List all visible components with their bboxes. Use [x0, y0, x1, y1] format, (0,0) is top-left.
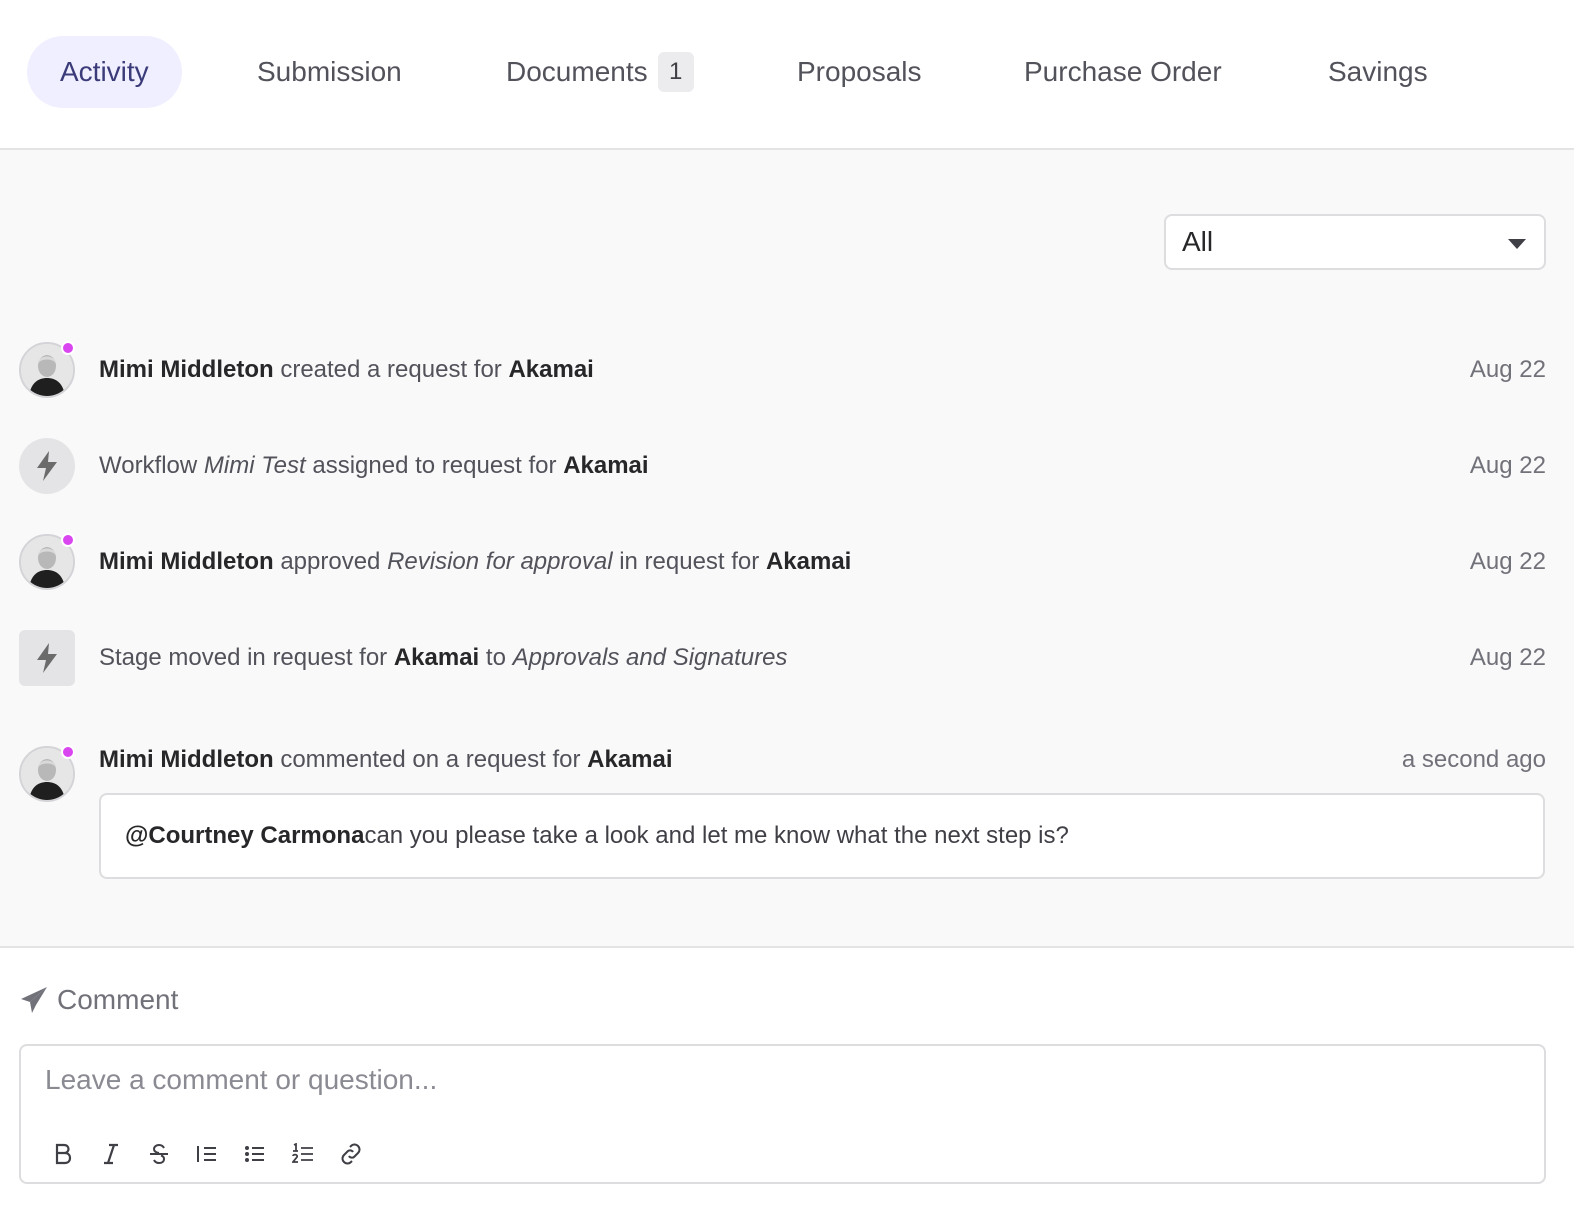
- bold-icon[interactable]: [39, 1134, 87, 1174]
- activity-verb: assigned to request for: [305, 452, 564, 479]
- target-link[interactable]: Akamai: [587, 746, 672, 773]
- actor-link[interactable]: Mimi Middleton: [99, 356, 274, 383]
- workflow-bolt-icon: [19, 438, 75, 494]
- tab-label: Purchase Order: [1024, 56, 1222, 87]
- comment-bubble: @Courtney Carmona can you please take a …: [99, 793, 1545, 879]
- tab-bar: Activity Submission Documents 1 Proposals…: [0, 0, 1574, 150]
- tab-label: Savings: [1328, 56, 1428, 87]
- tab-label: Submission: [257, 56, 402, 87]
- activity-text: Mimi Middleton created a request for Aka…: [99, 356, 594, 384]
- italic-icon[interactable]: [87, 1134, 135, 1174]
- avatar[interactable]: [19, 745, 75, 802]
- comment-editor[interactable]: Leave a comment or question...: [19, 1044, 1546, 1184]
- tab-label: Documents: [506, 56, 648, 87]
- paper-plane-icon: [21, 987, 47, 1013]
- target-link[interactable]: Akamai: [766, 548, 851, 575]
- activity-verb: commented on a request for: [273, 746, 588, 773]
- comment-input-placeholder: Leave a comment or question...: [45, 1064, 438, 1095]
- target-link[interactable]: Akamai: [508, 356, 593, 383]
- activity-feed: All Mimi Middleton created a request for…: [0, 150, 1574, 948]
- stage-name: Approvals and Signatures: [512, 644, 788, 671]
- target-link[interactable]: Akamai: [563, 452, 648, 479]
- activity-verb: to: [479, 644, 513, 671]
- bulleted-list-icon[interactable]: [231, 1134, 279, 1174]
- numbered-list-icon[interactable]: [279, 1134, 327, 1174]
- activity-text: Workflow Mimi Test assigned to request f…: [99, 452, 649, 480]
- activity-timestamp: a second ago: [1401, 746, 1546, 773]
- approval-subject: Revision for approval: [387, 548, 613, 575]
- documents-count-badge: 1: [657, 52, 694, 92]
- tab-label: Activity: [60, 56, 149, 87]
- actor-link[interactable]: Mimi Middleton: [99, 548, 274, 575]
- target-link[interactable]: Akamai: [394, 644, 479, 671]
- strikethrough-icon[interactable]: [135, 1134, 183, 1174]
- indent-icon[interactable]: [183, 1134, 231, 1174]
- comment-heading: Comment: [19, 982, 178, 1018]
- mention-link[interactable]: @Courtney Carmona: [125, 822, 364, 850]
- comment-title: Comment: [57, 984, 179, 1015]
- avatar[interactable]: [19, 533, 75, 590]
- activity-verb: in request for: [612, 548, 766, 575]
- activity-prefix: Workflow: [99, 452, 204, 479]
- activity-verb: approved: [273, 548, 388, 575]
- presence-dot: [61, 533, 75, 547]
- presence-dot: [61, 341, 75, 355]
- activity-timestamp: Aug 22: [1469, 548, 1546, 575]
- filter-value: All: [1182, 226, 1214, 257]
- activity-text: Mimi Middleton approved Revision for app…: [99, 548, 851, 576]
- avatar[interactable]: [19, 341, 75, 398]
- comment-composer: Comment Leave a comment or question...: [0, 948, 1574, 1208]
- tab-purchase-order[interactable]: Purchase Order: [1024, 36, 1222, 108]
- activity-text: Stage moved in request for Akamai to App…: [99, 644, 787, 672]
- activity-prefix: Stage moved in request for: [99, 644, 394, 671]
- activity-timestamp: Aug 22: [1469, 644, 1546, 671]
- tab-activity[interactable]: Activity: [27, 36, 182, 108]
- caret-down-icon: [1508, 239, 1526, 249]
- presence-dot: [61, 745, 75, 759]
- tab-label: Proposals: [797, 56, 922, 87]
- activity-verb: created a request for: [273, 356, 509, 383]
- tab-documents[interactable]: Documents 1: [506, 36, 694, 108]
- activity-timestamp: Aug 22: [1469, 452, 1546, 479]
- actor-link[interactable]: Mimi Middleton: [99, 746, 274, 773]
- tab-proposals[interactable]: Proposals: [797, 36, 922, 108]
- tab-savings[interactable]: Savings: [1328, 36, 1428, 108]
- activity-text: Mimi Middleton commented on a request fo…: [99, 746, 673, 774]
- stage-bolt-icon: [19, 630, 75, 686]
- formatting-toolbar: [39, 1134, 375, 1174]
- activity-filter-select[interactable]: All: [1164, 214, 1546, 270]
- tab-submission[interactable]: Submission: [257, 36, 402, 108]
- activity-timestamp: Aug 22: [1469, 356, 1546, 383]
- comment-body: can you please take a look and let me kn…: [364, 822, 1069, 849]
- link-icon[interactable]: [327, 1134, 375, 1174]
- workflow-name: Mimi Test: [203, 452, 306, 479]
